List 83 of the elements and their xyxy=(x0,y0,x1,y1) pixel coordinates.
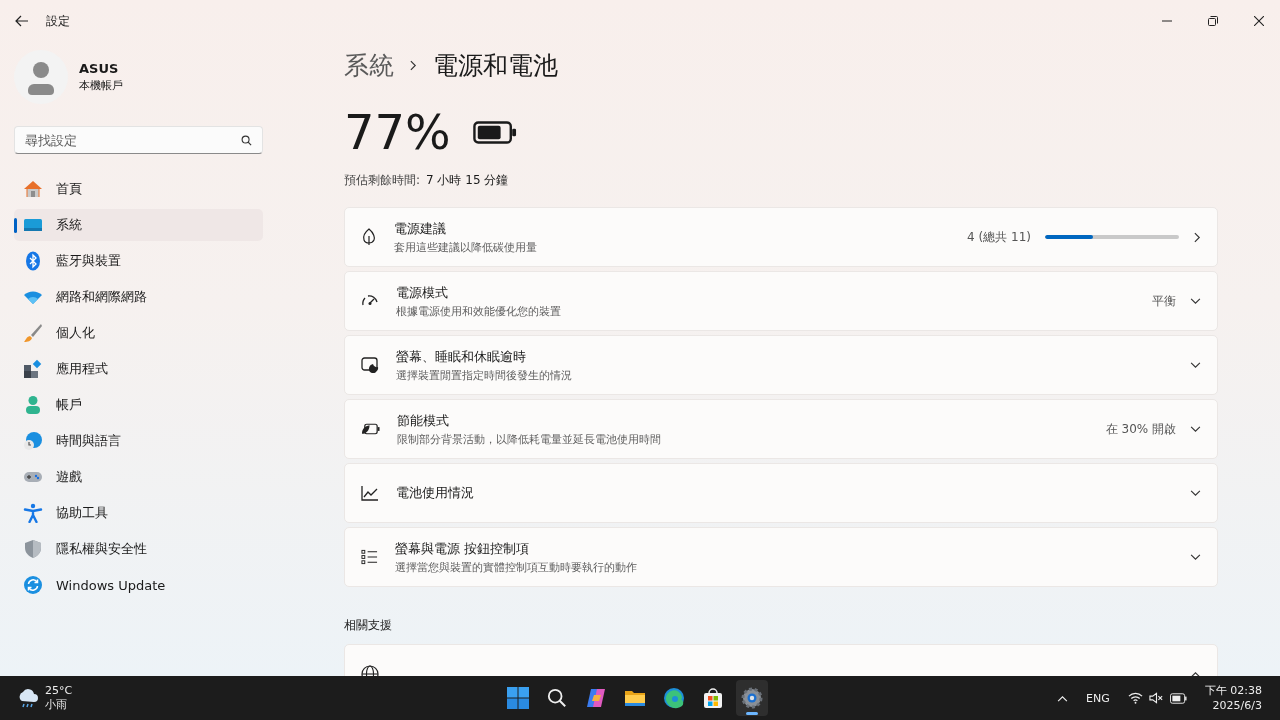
quick-settings-button[interactable] xyxy=(1127,692,1187,704)
nav-item[interactable]: 協助工具 xyxy=(14,497,263,529)
account-type: 本機帳戶 xyxy=(79,78,123,93)
nav-item[interactable]: 首頁 xyxy=(14,173,263,205)
battery-icon xyxy=(472,120,517,144)
wifi-icon xyxy=(1127,692,1143,704)
restore-icon[interactable] xyxy=(1208,16,1218,26)
copilot-icon xyxy=(585,687,607,709)
close-icon[interactable] xyxy=(1254,16,1264,26)
screen-moon-icon xyxy=(361,357,379,373)
chevron-up-icon[interactable] xyxy=(1057,694,1069,702)
edge-icon xyxy=(663,687,685,709)
settings-card[interactable]: 螢幕與電源 按鈕控制項 選擇當您與裝置的實體控制項互動時要執行的動作 xyxy=(344,527,1218,587)
settings-card[interactable]: 螢幕、睡眠和休眠逾時 選擇裝置閒置指定時間後發生的情況 xyxy=(344,335,1218,395)
bluetooth-icon xyxy=(23,251,43,271)
card-title: 電源模式 xyxy=(396,283,449,302)
weather-widget[interactable]: 25°C 小雨 xyxy=(0,684,73,712)
section-heading: 相關支援 xyxy=(344,617,393,634)
settings-card[interactable]: 電池使用情況 xyxy=(344,463,1218,523)
avatar-icon xyxy=(14,50,68,104)
update-icon xyxy=(23,575,43,595)
breadcrumb-link[interactable]: 系統 xyxy=(344,48,394,82)
card-title: 螢幕、睡眠和休眠逾時 xyxy=(396,347,527,366)
account-name: ASUS xyxy=(79,61,120,76)
speaker-muted-icon xyxy=(1148,692,1164,704)
nav-item[interactable]: 藍牙與裝置 xyxy=(14,245,263,277)
search-icon xyxy=(241,135,252,146)
brush-icon xyxy=(23,323,43,343)
nav-item[interactable]: 時間與語言 xyxy=(14,425,263,457)
back-icon[interactable] xyxy=(15,15,29,27)
card-description: 根據電源使用和效能優化您的裝置 xyxy=(396,303,562,319)
globe-clock-icon xyxy=(23,431,43,451)
page-title: 電源和電池 xyxy=(433,49,558,82)
card-title: 電池使用情況 xyxy=(396,484,475,502)
input-language[interactable]: ENG xyxy=(1086,691,1110,705)
card-description: 套用這些建議以降低碳使用量 xyxy=(394,239,538,255)
card-title: 節能模式 xyxy=(397,411,450,430)
clock[interactable]: 下午 02:38 2025/6/3 xyxy=(1204,683,1262,713)
card-value: 4 (總共 11) xyxy=(967,228,1031,246)
window-title: 設定 xyxy=(46,12,70,30)
search-field[interactable]: 尋找設定 xyxy=(14,126,263,154)
settings-card[interactable]: 電源建議 套用這些建議以降低碳使用量 4 (總共 11) xyxy=(344,207,1218,267)
battery-leaf-icon xyxy=(361,422,380,436)
nav-item[interactable]: 遊戲 xyxy=(14,461,263,493)
nav-item[interactable]: Windows Update xyxy=(14,569,263,601)
nav-item[interactable]: 系統 xyxy=(14,209,263,241)
settings-card[interactable]: 電源模式 根據電源使用和效能優化您的裝置 平衡 xyxy=(344,271,1218,331)
start-icon xyxy=(507,687,529,709)
nav-item[interactable]: 個人化 xyxy=(14,317,263,349)
list-icon xyxy=(361,549,378,565)
shield-icon xyxy=(23,539,43,559)
store-icon xyxy=(702,687,724,709)
house-icon xyxy=(23,179,43,199)
settings-card[interactable]: 節能模式 限制部分背景活動，以降低耗電量並延長電池使用時間 在 30% 開啟 xyxy=(344,399,1218,459)
chevron-right-icon xyxy=(1194,231,1201,243)
nav-item[interactable]: 隱私權與安全性 xyxy=(14,533,263,565)
battery-percentage: 77% xyxy=(344,104,451,160)
accessibility-icon xyxy=(23,503,43,523)
card-value: 在 30% 開啟 xyxy=(1105,420,1176,438)
weather-condition: 小雨 xyxy=(45,698,68,712)
remaining-time-value: 7 小時 15 分鐘 xyxy=(426,172,509,189)
chevron-right-icon xyxy=(410,59,417,71)
remaining-time-label: 預估剩餘時間: xyxy=(344,172,421,189)
card-title: 螢幕與電源 按鈕控制項 xyxy=(395,539,531,558)
search-icon xyxy=(547,688,567,708)
nav-item[interactable]: 網路和網際網路 xyxy=(14,281,263,313)
card-description: 限制部分背景活動，以降低耗電量並延長電池使用時間 xyxy=(397,431,662,447)
settings-icon xyxy=(741,687,763,709)
battery-icon xyxy=(1169,692,1187,704)
card-description: 選擇裝置閒置指定時間後發生的情況 xyxy=(396,367,573,383)
line-chart-icon xyxy=(361,485,379,501)
nav-item[interactable]: 應用程式 xyxy=(14,353,263,385)
person-icon xyxy=(23,395,43,415)
nav-item[interactable]: 帳戶 xyxy=(14,389,263,421)
gauge-icon xyxy=(361,294,379,308)
card-value: 平衡 xyxy=(1152,292,1176,310)
leaf-icon xyxy=(361,228,377,246)
taskbar-app[interactable] xyxy=(736,680,768,716)
temperature: 25°C xyxy=(45,684,73,698)
folder-icon xyxy=(624,688,646,708)
apps-icon xyxy=(23,359,43,379)
card-title: 電源建議 xyxy=(394,219,447,238)
card-description: 選擇當您與裝置的實體控制項互動時要執行的動作 xyxy=(395,559,638,575)
